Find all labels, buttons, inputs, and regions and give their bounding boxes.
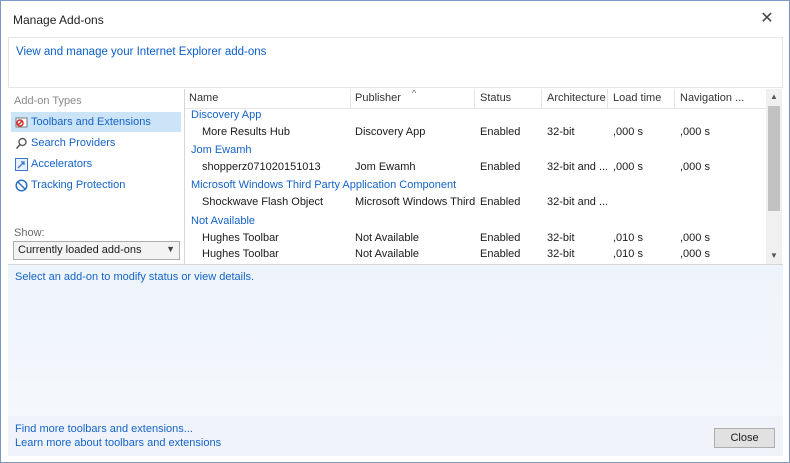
cell-publisher: Not Available	[355, 248, 420, 260]
scroll-up-icon[interactable]: ▲	[766, 89, 782, 105]
manage-addons-window: Manage Add-ons ✕ View and manage your In…	[0, 0, 790, 463]
details-pane: Select an add-on to modify status or vie…	[8, 264, 783, 416]
group-header: Not Available	[191, 215, 256, 227]
cell-status: Enabled	[480, 196, 521, 208]
toolbars-extensions-icon	[15, 117, 28, 127]
footer: Find more toolbars and extensions... Lea…	[8, 416, 783, 456]
sidebar-item-search-providers[interactable]: Search Providers	[11, 133, 181, 153]
group-header: Jom Ewamh	[191, 144, 252, 156]
sidebar-item-label: Tracking Protection	[31, 179, 126, 191]
banner-link[interactable]: View and manage your Internet Explorer a…	[16, 46, 266, 58]
tracking-protection-icon	[15, 178, 28, 192]
column-header-status[interactable]: Status	[480, 92, 540, 104]
table-row[interactable]: shopperz071020151013 Jom Ewamh Enabled 3…	[185, 160, 767, 177]
cell-name: Hughes Toolbar	[202, 232, 279, 244]
cell-publisher: Discovery App	[355, 126, 426, 138]
table-row[interactable]: Hughes Toolbar Not Available Enabled 32-…	[185, 247, 767, 264]
scroll-down-icon[interactable]: ▼	[766, 248, 782, 264]
column-header-navigation[interactable]: Navigation ...	[680, 92, 760, 104]
cell-architecture: 32-bit	[547, 232, 575, 244]
column-header-architecture[interactable]: Architecture	[547, 92, 607, 104]
cell-publisher: Jom Ewamh	[355, 161, 416, 173]
sidebar-item-label: Search Providers	[31, 137, 116, 149]
cell-status: Enabled	[480, 248, 521, 260]
accelerators-icon	[15, 157, 28, 171]
cell-architecture: 32-bit and ...	[547, 196, 607, 208]
window-title: Manage Add-ons	[13, 13, 104, 27]
sidebar-heading: Add-on Types	[14, 95, 82, 107]
column-header-load-time[interactable]: Load time	[613, 92, 673, 104]
cell-publisher: Not Available	[355, 232, 420, 244]
cell-load-time: ,010 s	[613, 232, 643, 244]
sidebar-item-tracking-protection[interactable]: Tracking Protection	[11, 175, 181, 195]
cell-publisher: Microsoft Windows Third...	[355, 196, 475, 208]
table-row[interactable]: Hughes Toolbar Not Available Enabled 32-…	[185, 231, 767, 248]
group-header: Discovery App	[191, 109, 262, 121]
cell-navigation: ,000 s	[680, 232, 710, 244]
addon-types-sidebar: Add-on Types Toolbars and Extensions Sea…	[8, 89, 184, 264]
cell-architecture: 32-bit and ...	[547, 161, 607, 173]
cell-navigation: ,000 s	[680, 248, 710, 260]
search-icon	[15, 137, 27, 149]
column-header-publisher[interactable]: Publisher	[355, 92, 475, 104]
cell-status: Enabled	[480, 126, 521, 138]
title-bar: Manage Add-ons ✕	[1, 1, 789, 37]
group-header: Microsoft Windows Third Party Applicatio…	[191, 179, 457, 191]
table-row[interactable]: More Results Hub Discovery App Enabled 3…	[185, 125, 767, 142]
cell-name: shopperz071020151013	[202, 161, 321, 173]
cell-navigation: ,000 s	[680, 161, 710, 173]
learn-more-link[interactable]: Learn more about toolbars and extensions	[15, 437, 221, 449]
close-button[interactable]: Close	[714, 428, 775, 448]
cell-load-time: ,000 s	[613, 126, 643, 138]
cell-architecture: 32-bit	[547, 248, 575, 260]
vertical-scrollbar[interactable]: ▲ ▼	[766, 89, 782, 264]
table-row[interactable]: Shockwave Flash Object Microsoft Windows…	[185, 195, 767, 212]
show-label: Show:	[14, 227, 45, 239]
sidebar-item-toolbars-extensions[interactable]: Toolbars and Extensions	[11, 112, 181, 132]
details-status-text: Select an add-on to modify status or vie…	[15, 271, 255, 283]
sidebar-item-label: Toolbars and Extensions	[31, 116, 151, 128]
column-header-name[interactable]: Name	[189, 92, 349, 104]
chevron-down-icon: ▼	[166, 244, 175, 254]
show-dropdown-value: Currently loaded add-ons	[18, 244, 142, 256]
cell-architecture: 32-bit	[547, 126, 575, 138]
cell-status: Enabled	[480, 161, 521, 173]
addons-table: Name ^ Publisher Status Architecture Loa…	[184, 89, 782, 264]
cell-name: Hughes Toolbar	[202, 248, 279, 260]
cell-name: Shockwave Flash Object	[202, 196, 324, 208]
scrollbar-thumb[interactable]	[768, 106, 780, 211]
cell-name: More Results Hub	[202, 126, 291, 138]
sidebar-item-label: Accelerators	[31, 158, 93, 170]
header-banner: View and manage your Internet Explorer a…	[8, 37, 783, 88]
table-header: Name ^ Publisher Status Architecture Loa…	[185, 89, 767, 109]
cell-load-time: ,010 s	[613, 248, 643, 260]
show-dropdown[interactable]: Currently loaded add-ons ▼	[13, 241, 180, 260]
sidebar-item-accelerators[interactable]: Accelerators	[11, 154, 181, 174]
cell-load-time: ,000 s	[613, 161, 643, 173]
find-more-link[interactable]: Find more toolbars and extensions...	[15, 423, 193, 435]
cell-status: Enabled	[480, 232, 521, 244]
close-icon[interactable]: ✕	[757, 9, 777, 29]
cell-navigation: ,000 s	[680, 126, 710, 138]
